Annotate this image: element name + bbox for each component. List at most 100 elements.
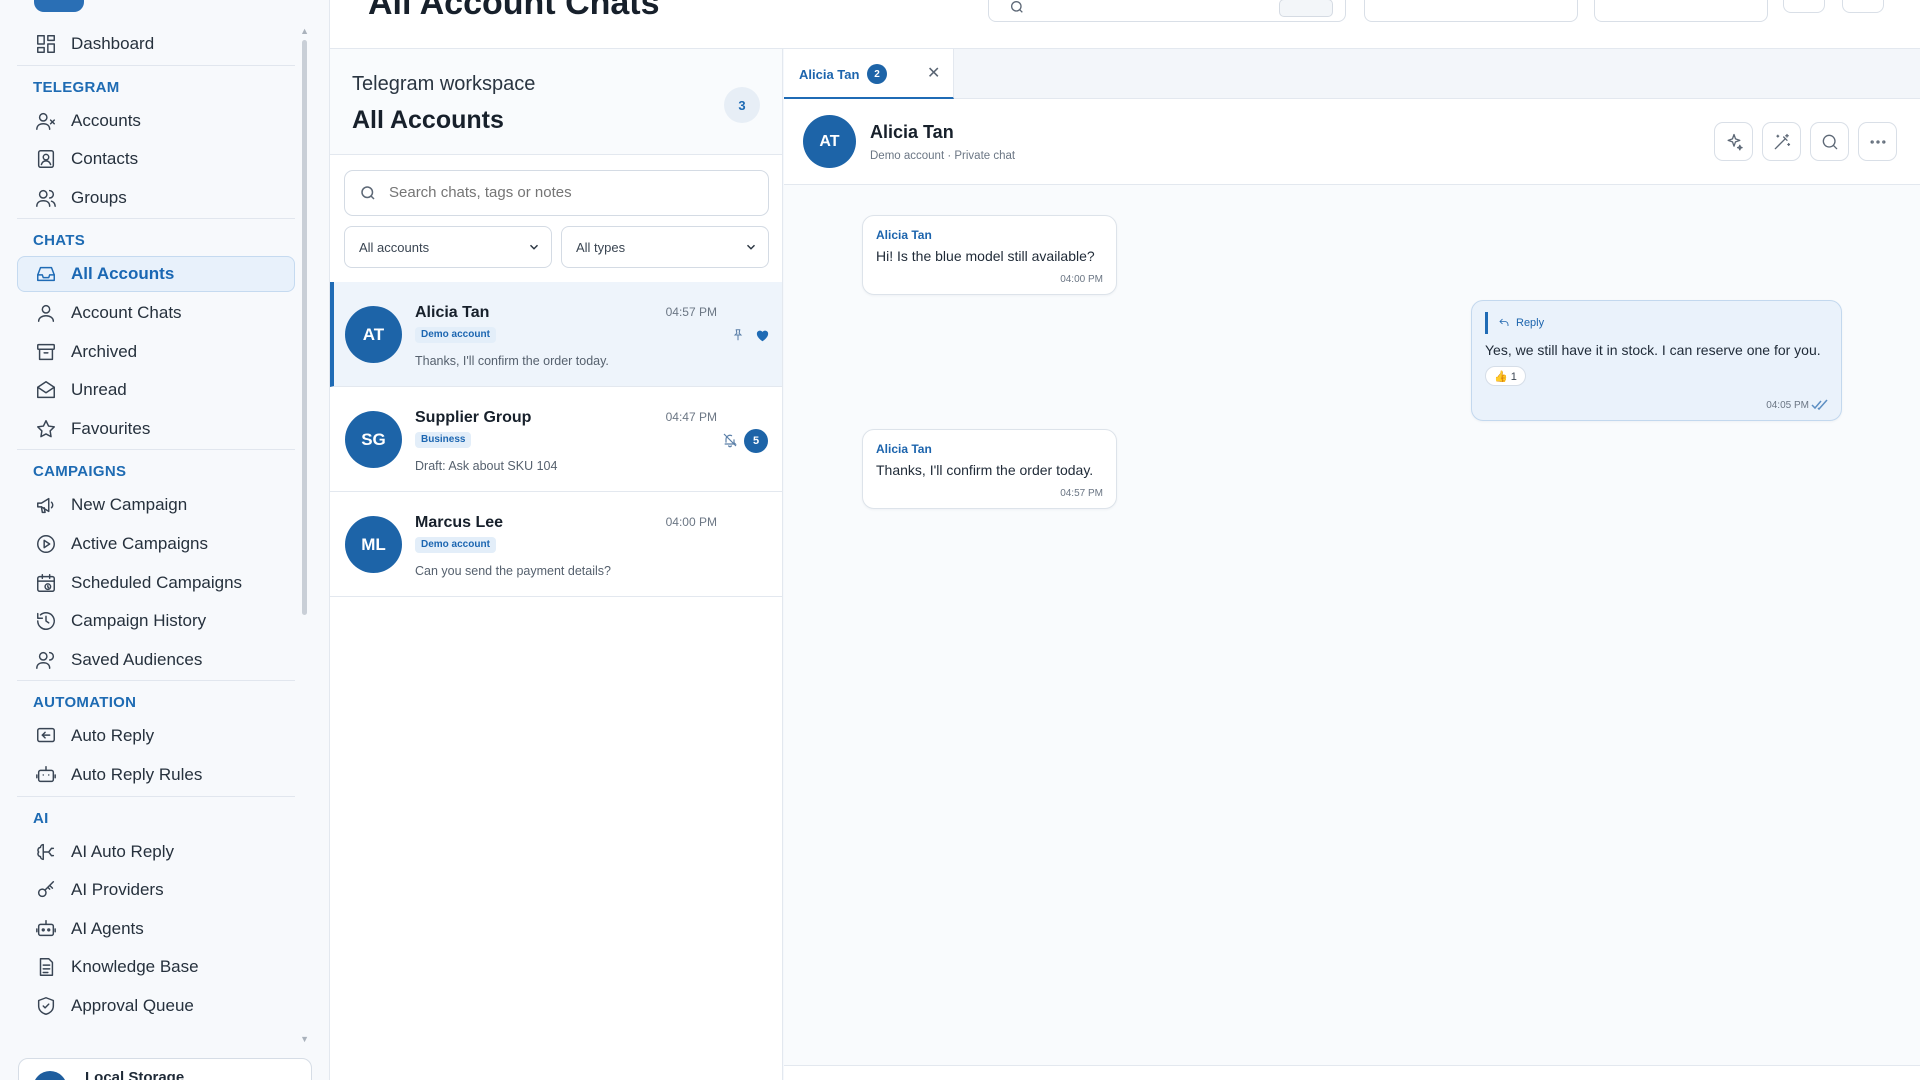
chat-row-alicia-tan[interactable]: AT Alicia Tan 04:57 PM Demo account Thanks, … bbox=[330, 282, 782, 387]
search-in-chat-button[interactable] bbox=[1810, 122, 1849, 161]
unread-count-badge: 5 bbox=[744, 429, 768, 453]
sidebar-item-new-campaign[interactable]: New Campaign bbox=[17, 487, 295, 523]
avatar[interactable]: AT bbox=[803, 115, 856, 168]
storage-footer[interactable]: Local Storage bbox=[18, 1058, 312, 1080]
avatar: AT bbox=[345, 306, 402, 363]
brain-icon bbox=[33, 839, 59, 865]
sidebar-item-auto-reply[interactable]: Auto Reply bbox=[17, 718, 295, 754]
menu-button[interactable] bbox=[1842, 0, 1884, 13]
account-badge: Demo account bbox=[415, 327, 496, 343]
sidebar-item-label: Auto Reply bbox=[71, 726, 155, 746]
sidebar-item-favourites[interactable]: Favourites bbox=[17, 411, 295, 447]
sidebar-item-label: AI Providers bbox=[71, 880, 164, 900]
key-icon bbox=[33, 877, 59, 903]
section-ai: AI bbox=[17, 795, 295, 834]
pin-icon bbox=[731, 327, 745, 348]
storage-avatar bbox=[33, 1071, 67, 1080]
language-select[interactable] bbox=[1594, 0, 1768, 22]
sidebar-item-groups[interactable]: Groups bbox=[17, 180, 295, 216]
sidebar-item-scheduled-campaigns[interactable]: Scheduled Campaigns bbox=[17, 565, 295, 601]
sidebar-item-accounts[interactable]: Accounts bbox=[17, 103, 295, 139]
groups-icon bbox=[33, 185, 59, 211]
message-bubble-incoming[interactable]: Alicia Tan Hi! Is the blue model still a… bbox=[862, 215, 1117, 295]
message-area[interactable]: Alicia Tan Hi! Is the blue model still a… bbox=[784, 186, 1920, 1066]
scroll-up-arrow[interactable]: ▲ bbox=[300, 26, 309, 36]
sidebar-item-auto-reply-rules[interactable]: Auto Reply Rules bbox=[17, 757, 295, 793]
message-bubble-incoming[interactable]: Alicia Tan Thanks, I'll confirm the orde… bbox=[862, 429, 1117, 509]
sidebar-item-account-chats[interactable]: Account Chats bbox=[17, 295, 295, 331]
telegram-status-button[interactable] bbox=[1364, 0, 1578, 22]
accounts-filter-select[interactable]: All accounts bbox=[344, 226, 552, 268]
sidebar-item-ai-providers[interactable]: AI Providers bbox=[17, 872, 295, 908]
sidebar-item-dashboard[interactable]: Dashboard bbox=[17, 26, 295, 62]
sidebar-item-label: Favourites bbox=[71, 418, 151, 438]
sidebar-item-campaign-history[interactable]: Campaign History bbox=[17, 603, 295, 639]
search-icon bbox=[1011, 1, 1023, 13]
sidebar-scrollbar[interactable] bbox=[302, 40, 307, 615]
envelope-icon bbox=[33, 377, 59, 403]
global-search[interactable] bbox=[988, 0, 1346, 22]
reply-arrow-icon bbox=[1499, 318, 1509, 326]
sidebar-nav: Dashboard TELEGRAM Accounts Contacts Groups C… bbox=[17, 26, 295, 1026]
message-text: Yes, we still have it in stock. I can re… bbox=[1485, 342, 1821, 358]
ai-rewrite-button[interactable] bbox=[1762, 122, 1801, 161]
chat-name: Supplier Group bbox=[415, 409, 532, 426]
chat-search-input[interactable] bbox=[389, 184, 749, 201]
sidebar-item-archived[interactable]: Archived bbox=[17, 334, 295, 370]
search-icon bbox=[1822, 134, 1837, 149]
types-filter-select[interactable]: All types bbox=[561, 226, 769, 268]
ai-suggest-button[interactable] bbox=[1714, 122, 1753, 161]
sidebar-item-label: Groups bbox=[71, 187, 127, 207]
chat-row-marcus-lee[interactable]: ML Marcus Lee 04:00 PM Demo account Can you … bbox=[330, 492, 782, 597]
tab-alicia-tan[interactable]: Alicia Tan 2 ✕ bbox=[784, 49, 954, 99]
chevron-down-icon bbox=[529, 244, 539, 250]
chat-list-header: Telegram workspace All Accounts 3 bbox=[330, 49, 782, 155]
archive-icon bbox=[33, 339, 59, 365]
theme-toggle-button[interactable] bbox=[1783, 0, 1825, 13]
inbox-icon bbox=[33, 261, 59, 287]
read-receipt-icon bbox=[1811, 399, 1828, 411]
sparkle-icon bbox=[1727, 133, 1743, 150]
avatar: SG bbox=[345, 411, 402, 468]
sidebar-item-contacts[interactable]: Contacts bbox=[17, 141, 295, 177]
app-logo[interactable] bbox=[34, 0, 84, 12]
storage-name: Local Storage bbox=[85, 1069, 185, 1080]
sidebar-item-approval-queue[interactable]: Approval Queue bbox=[17, 988, 295, 1024]
robot-icon bbox=[33, 916, 59, 942]
more-icon bbox=[1869, 139, 1885, 144]
sidebar-item-label: Scheduled Campaigns bbox=[71, 572, 243, 592]
contact-name[interactable]: Alicia Tan bbox=[870, 122, 954, 143]
section-automation: AUTOMATION bbox=[17, 680, 295, 718]
accounts-filter-value: All accounts bbox=[359, 240, 430, 255]
sidebar-item-unread[interactable]: Unread bbox=[17, 372, 295, 408]
sidebar-item-ai-auto-reply[interactable]: AI Auto Reply bbox=[17, 834, 295, 870]
message-sender: Alicia Tan bbox=[876, 228, 932, 242]
scroll-down-arrow[interactable]: ▼ bbox=[300, 1034, 309, 1044]
message-time: 04:00 PM bbox=[1060, 274, 1103, 285]
message-composer[interactable] bbox=[784, 1065, 1920, 1080]
chat-row-supplier-group[interactable]: SG Supplier Group 04:47 PM Business Draft: A… bbox=[330, 387, 782, 492]
section-campaigns: CAMPAIGNS bbox=[17, 449, 295, 487]
shield-check-icon bbox=[33, 993, 59, 1019]
sidebar-item-knowledge-base[interactable]: Knowledge Base bbox=[17, 949, 295, 985]
avatar: ML bbox=[345, 516, 402, 573]
more-options-button[interactable] bbox=[1858, 122, 1897, 161]
chat-search[interactable] bbox=[344, 170, 769, 216]
sidebar-item-label: AI Agents bbox=[71, 918, 144, 938]
reply-quote[interactable]: Reply bbox=[1485, 312, 1544, 334]
sidebar-item-active-campaigns[interactable]: Active Campaigns bbox=[17, 526, 295, 562]
sidebar-item-ai-agents[interactable]: AI Agents bbox=[17, 911, 295, 947]
reaction-chip[interactable]: 👍 1 bbox=[1485, 366, 1526, 386]
message-bubble-outgoing[interactable]: Reply Yes, we still have it in stock. I … bbox=[1471, 300, 1842, 421]
magic-wand-icon bbox=[1774, 133, 1790, 149]
message-time: 04:57 PM bbox=[1060, 488, 1103, 499]
sidebar-item-label: Auto Reply Rules bbox=[71, 764, 203, 784]
sidebar: ▲ ▼ Dashboard TELEGRAM Accounts Contacts Gro… bbox=[0, 0, 330, 1080]
search-icon bbox=[361, 186, 375, 200]
heart-icon bbox=[755, 328, 770, 347]
sidebar-item-all-accounts[interactable]: All Accounts bbox=[17, 256, 295, 293]
sidebar-item-label: Campaign History bbox=[71, 611, 207, 631]
sidebar-item-saved-audiences[interactable]: Saved Audiences bbox=[17, 642, 295, 678]
close-icon[interactable]: ✕ bbox=[927, 63, 940, 83]
reply-label: Reply bbox=[1516, 317, 1545, 329]
